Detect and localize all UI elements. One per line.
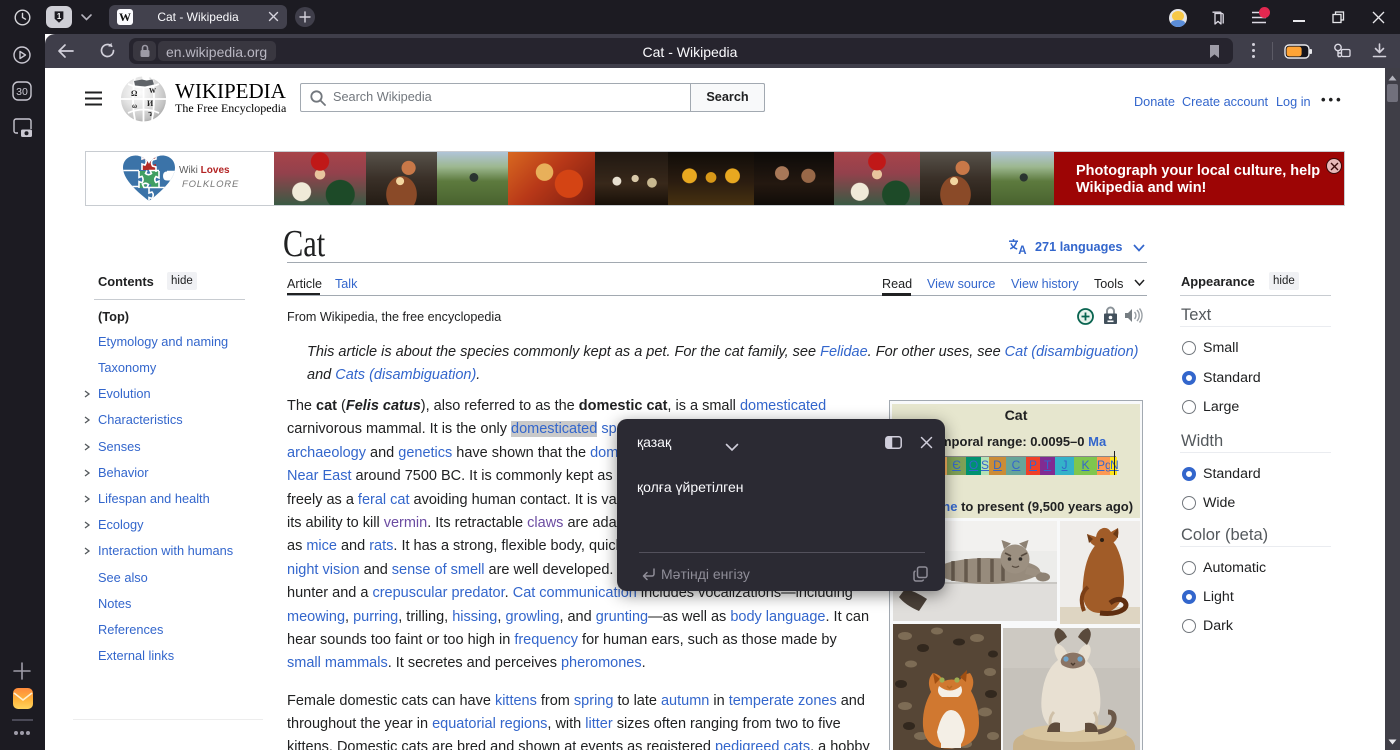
svg-text:1: 1	[57, 12, 62, 21]
svg-text:ว: ว	[148, 110, 152, 118]
svg-text:W: W	[149, 87, 156, 95]
svg-text:A: A	[1018, 245, 1026, 255]
svg-text:30: 30	[16, 86, 28, 98]
svg-text:ω: ω	[132, 102, 137, 110]
svg-text:И: И	[147, 99, 154, 108]
svg-text:Ω: Ω	[131, 89, 138, 98]
